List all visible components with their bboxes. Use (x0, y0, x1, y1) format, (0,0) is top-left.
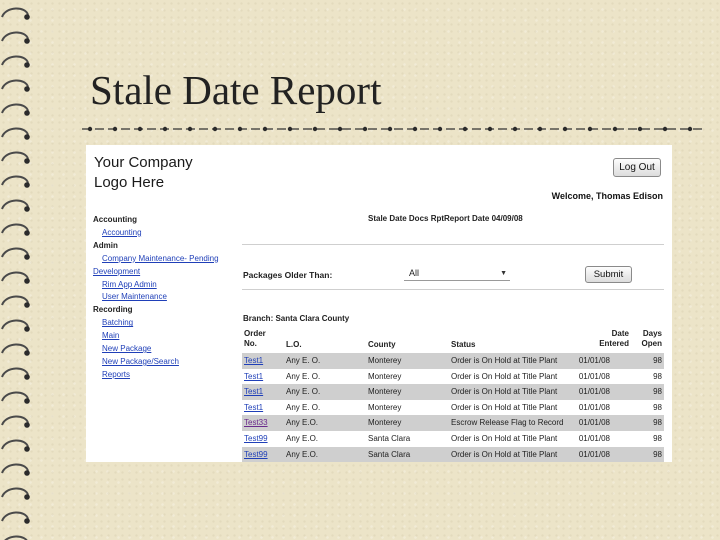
column-header-status: Status (451, 340, 476, 349)
nav-link-user-maintenance[interactable]: User Maintenance (93, 291, 243, 304)
nav-link-new-package-search[interactable]: New Package/Search (93, 356, 243, 369)
slide-title: Stale Date Report (90, 67, 382, 113)
nav-section-header: Recording (93, 305, 133, 315)
cell-status: Order is On Hold at Title Plant (451, 356, 558, 365)
order-link[interactable]: Test99 (244, 447, 268, 462)
sidebar-nav: Accounting Accounting Admin Company Mainten… (93, 214, 243, 382)
report-header: Stale Date Docs RptReport Date 04/09/08 (368, 214, 523, 223)
cell-county: Monterey (368, 387, 402, 397)
column-header-order: Order No. (244, 329, 266, 348)
nav-link-reports[interactable]: Reports (93, 369, 243, 382)
welcome-message: Welcome, Thomas Edison (551, 191, 663, 201)
order-link[interactable]: Test33 (244, 415, 268, 431)
cell-date: 01/01/08 (578, 402, 610, 412)
cell-date: 01/01/08 (578, 418, 610, 428)
nav-link-new-package[interactable]: New Package (93, 343, 243, 356)
cell-date: 01/01/08 (578, 433, 610, 443)
table-row: Test1 Any E. O. Monterey Order is On Hold a… (242, 384, 664, 400)
separator (242, 289, 664, 290)
branch-label: Branch: Santa Clara County (243, 314, 350, 323)
separator (242, 244, 664, 245)
nav-link-rim-app-admin[interactable]: Rim App Admin (93, 279, 243, 292)
cell-days: 98 (653, 418, 662, 428)
nav-section-header: Accounting (93, 215, 137, 224)
cell-status: Order is On Hold at Title Plant (451, 387, 558, 397)
cell-lo: Any E. O. (286, 371, 321, 381)
cell-lo: Any E.O. (286, 449, 319, 459)
order-link[interactable]: Test1 (244, 400, 263, 416)
order-link[interactable]: Test1 (244, 353, 263, 369)
cell-county: Monterey (368, 418, 402, 428)
cell-days: 98 (653, 371, 662, 381)
cell-status: Order is On Hold at Title Plant (451, 433, 558, 443)
order-link[interactable]: Test1 (244, 384, 263, 400)
cell-days: 98 (653, 387, 662, 397)
table-row: Test99 Any E.O. Santa Clara Order is On Hol… (242, 446, 664, 462)
cell-days: 98 (653, 449, 662, 459)
cell-county: Santa Clara (368, 433, 411, 443)
cell-lo: Any E. O. (286, 356, 321, 365)
cell-lo: Any E.O. (286, 418, 319, 428)
table-header: Order No. L.O. County Status Date Entere… (242, 329, 664, 353)
cell-date: 01/01/08 (578, 371, 610, 381)
logout-button[interactable]: Log Out (613, 158, 661, 177)
cell-county: Monterey (368, 402, 402, 412)
order-link[interactable]: Test99 (244, 431, 268, 447)
spiral-binding-decoration (1, 7, 30, 540)
packages-older-than-select[interactable]: All ▼ (404, 266, 510, 281)
cell-date: 01/01/08 (578, 449, 610, 459)
cell-lo: Any E. O. (286, 387, 321, 397)
nav-link-company-maintenance-pending[interactable]: Company Maintenance- Pending (93, 253, 243, 266)
order-link[interactable]: Test1 (244, 369, 263, 385)
submit-button[interactable]: Submit (585, 266, 632, 283)
cell-days: 98 (653, 433, 662, 443)
cell-status: Escrow Release Flag to Record (451, 418, 564, 428)
column-header-date: Date Entered (599, 329, 629, 348)
cell-date: 01/01/08 (578, 387, 610, 397)
table-row: Test1 Any E. O. Monterey Order is On Hold a… (242, 353, 664, 369)
nav-section-header: Admin (93, 240, 118, 250)
nav-link-batching[interactable]: Batching (93, 317, 243, 330)
table-row: Test1 Any E. O. Monterey Order is On Hold a… (242, 400, 664, 416)
cell-county: Monterey (368, 356, 402, 365)
divider-line (82, 126, 702, 132)
column-header-days: Days Open (641, 329, 662, 348)
app-screenshot: Your Company Logo Here Log Out Welcome, … (86, 145, 672, 462)
nav-link-development[interactable]: Development (93, 266, 243, 279)
table-row: Test99 Any E.O. Santa Clara Order is On Hol… (242, 431, 664, 447)
select-value: All (409, 268, 420, 278)
cell-status: Order is On Hold at Title Plant (451, 371, 558, 381)
cell-lo: Any E.O. (286, 433, 319, 443)
nav-link-accounting[interactable]: Accounting (93, 227, 243, 240)
cell-county: Santa Clara (368, 449, 411, 459)
chevron-down-icon: ▼ (500, 270, 507, 277)
cell-status: Order is On Hold at Title Plant (451, 402, 558, 412)
cell-days: 98 (653, 356, 662, 365)
table-row: Test33 Any E.O. Monterey Escrow Release Fla… (242, 415, 664, 431)
cell-lo: Any E. O. (286, 402, 321, 412)
filter-label: Packages Older Than: (243, 270, 333, 280)
nav-link-main[interactable]: Main (93, 330, 243, 343)
cell-county: Monterey (368, 371, 402, 381)
table-row: Test1 Any E. O. Monterey Order is On Hold a… (242, 369, 664, 385)
cell-days: 98 (653, 402, 662, 412)
report-table: Order No. L.O. County Status Date Entere… (242, 329, 664, 462)
column-header-lo: L.O. (286, 340, 302, 349)
company-logo: Your Company Logo Here (94, 154, 193, 191)
cell-status: Order is On Hold at Title Plant (451, 449, 558, 459)
cell-date: 01/01/08 (578, 356, 610, 365)
column-header-county: County (368, 340, 396, 349)
table-body: Test1 Any E. O. Monterey Order is On Hold a… (242, 353, 664, 462)
